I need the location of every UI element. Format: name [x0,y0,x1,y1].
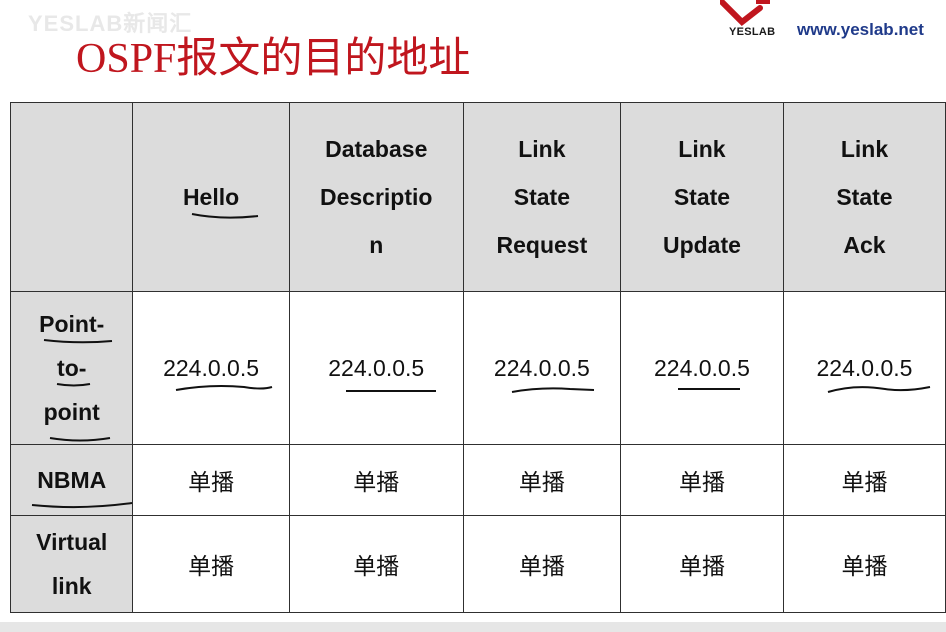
col-header-link-state-request: Link State Request [462,102,621,292]
table-cell: 224.0.0.5 [782,291,946,445]
row-header-virtual-link: Virtual link [9,515,134,613]
col-header-link-state-update: Link State Update [619,102,784,292]
ospf-destination-table: Hello Database Descriptio n Link State Reque… [9,102,946,613]
table-cell: 单播 [619,515,784,613]
table-cell: 单播 [132,444,290,516]
table-cell: 单播 [462,515,621,613]
col-header-link-state-ack: Link State Ack [782,102,946,292]
col-header-hello: Hello [132,102,290,292]
table-cell: 单播 [288,515,464,613]
table-cell: 单播 [462,444,621,516]
row-header-nbma: NBMA [9,444,134,516]
table-cell: 单播 [132,515,290,613]
site-url: www.yeslab.net [797,20,924,39]
table-cell: 单播 [782,515,946,613]
bottom-bar [0,622,946,632]
table-cell: 224.0.0.5 [462,291,621,445]
table-cell: 单播 [782,444,946,516]
table-cell: 224.0.0.5 [132,291,290,445]
table-cell: 224.0.0.5 [619,291,784,445]
table-cell: 单播 [619,444,784,516]
table-row-point-to-point: Point-to-point 224.0.0.5 224.0.0.5 224.0… [9,291,946,445]
table-row-nbma: NBMA 单播 单播 单播 单播 单播 [9,444,946,516]
row-header-point-to-point: Point-to-point [9,291,134,445]
slide-title: OSPF报文的目的地址 [76,36,471,82]
corner-cell [9,102,134,292]
table-row-virtual-link: Virtual link 单播 单播 单播 单播 单播 [9,515,946,613]
table-cell: 单播 [288,444,464,516]
col-header-database-description: Database Descriptio n [288,102,464,292]
table-cell: 224.0.0.5 [288,291,464,445]
logo-text: YESLAB [729,26,776,38]
header-row: Hello Database Descriptio n Link State Reque… [9,102,946,292]
